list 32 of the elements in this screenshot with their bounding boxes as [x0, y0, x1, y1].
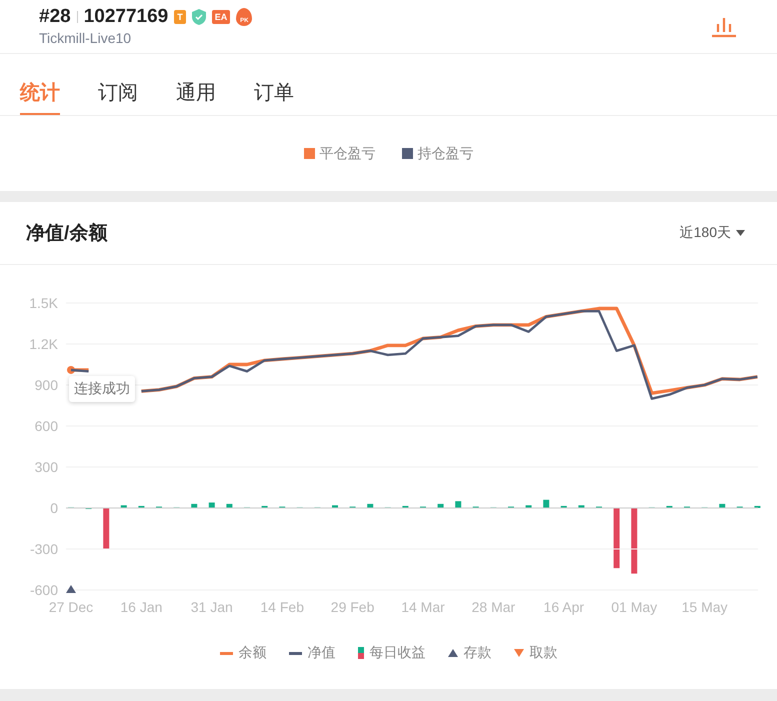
server-name: Tickmill-Live10 [39, 30, 132, 46]
x-axis-label: 31 Jan [190, 599, 233, 615]
y-axis-label: -300 [30, 541, 58, 557]
legend-label: 余额 [238, 644, 266, 662]
y-axis-label: 900 [34, 377, 58, 393]
y-axis-label: 1.2K [29, 336, 58, 352]
legend-label: 取款 [530, 644, 558, 662]
x-axis-label: 01 May [611, 599, 658, 615]
x-axis-label: 28 Mar [472, 599, 516, 615]
x-axis-label: 15 May [682, 599, 728, 615]
x-axis-label: 27 Dec [48, 599, 94, 615]
x-axis-label: 14 Mar [401, 599, 445, 615]
y-axis-label: 300 [34, 459, 58, 475]
toast-message: 连接成功 [69, 376, 135, 402]
y-axis-label: -600 [30, 582, 58, 598]
legend-label: 存款 [464, 644, 492, 662]
account-rank: #28 [39, 6, 71, 28]
badge: T [174, 10, 186, 24]
account-number: 10277169 [84, 6, 168, 28]
badge: EA [212, 10, 230, 24]
x-axis-label: 16 Jan [120, 599, 162, 615]
y-axis-label: 1.5K [29, 295, 58, 311]
y-axis-label: 0 [50, 500, 58, 516]
legend-label: 每日收益 [370, 644, 426, 662]
legend-label: 净值 [308, 644, 336, 662]
x-axis-label: 29 Feb [330, 599, 374, 615]
legend-label: 平仓盈亏 [320, 144, 376, 162]
x-axis-label: 16 Apr [544, 599, 584, 615]
legend-label: 持仓盈亏 [418, 144, 474, 162]
x-axis-label: 14 Feb [260, 599, 304, 615]
y-axis-label: 600 [34, 418, 58, 434]
section-title: 净值/余额 [26, 222, 108, 246]
